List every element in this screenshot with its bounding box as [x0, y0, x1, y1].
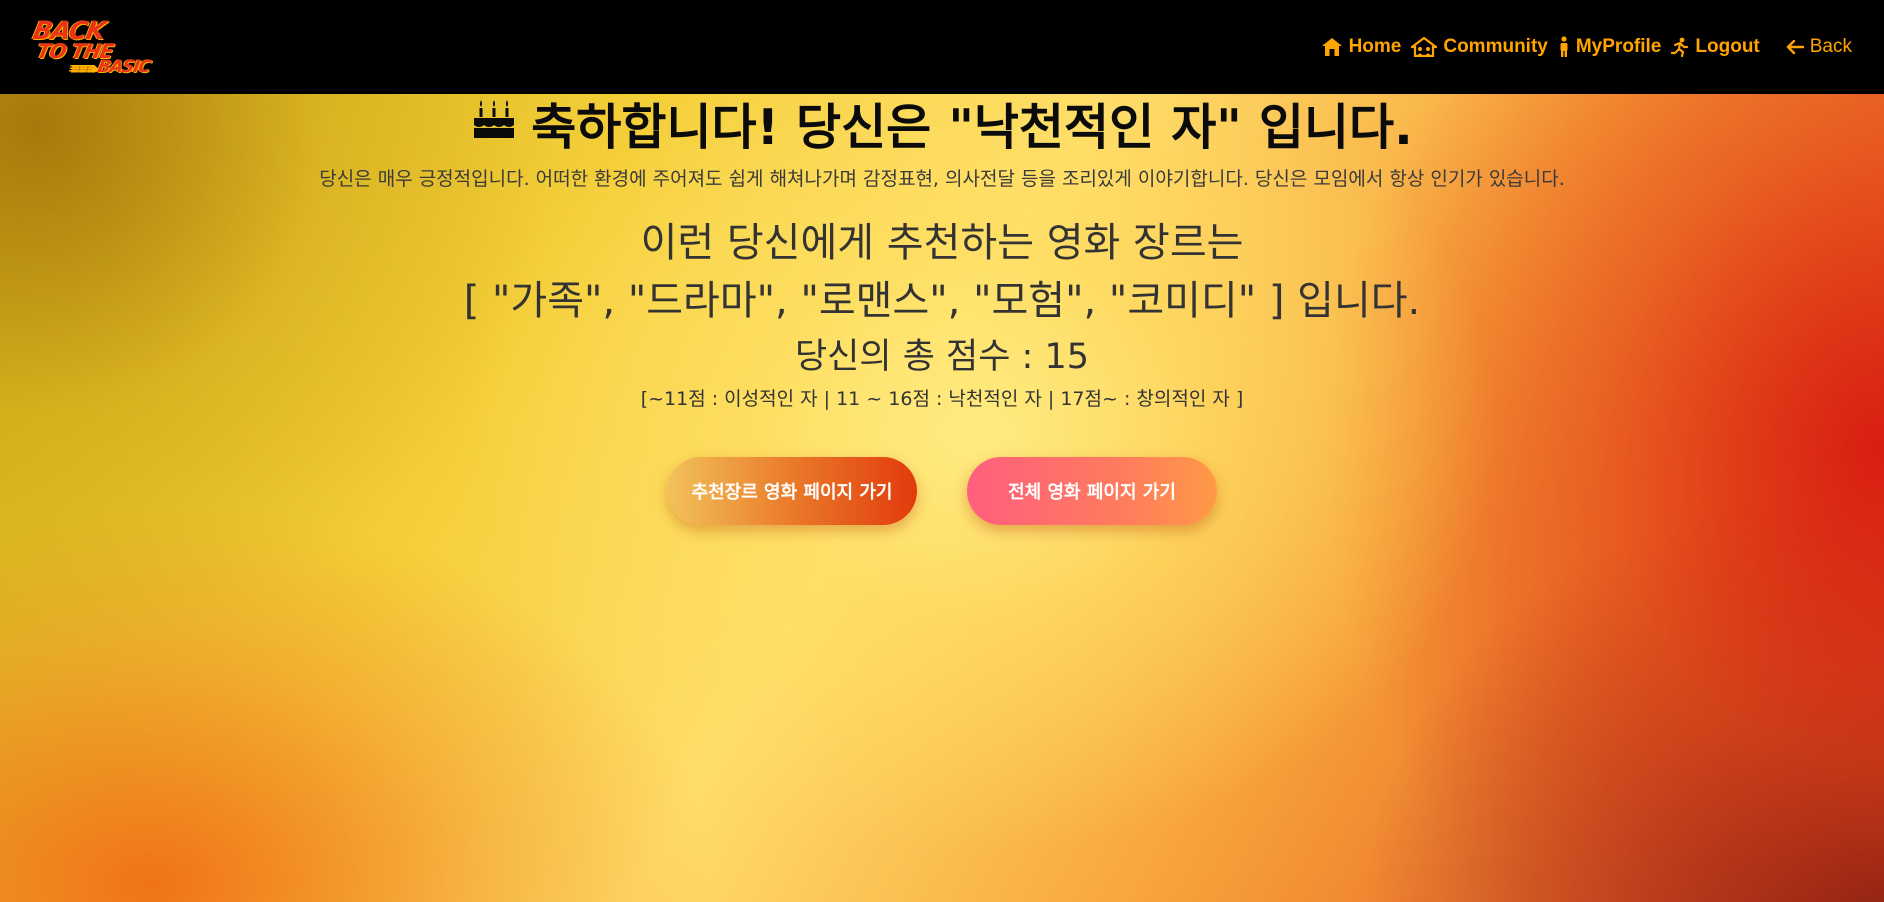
nav-community[interactable]: Community	[1411, 36, 1548, 58]
recommend-heading: 이런 당신에게 추천하는 영화 장르는	[640, 220, 1244, 266]
total-score: 당신의 총 점수 : 15	[794, 337, 1090, 377]
nav-home-label: Home	[1348, 36, 1402, 57]
cake-icon	[471, 95, 517, 152]
nav-myprofile-label: MyProfile	[1575, 36, 1662, 57]
top-navbar: BACK TO THE ≡≡≡▸BASIC Home Community MyP…	[0, 0, 1884, 94]
nav-back[interactable]: Back	[1786, 36, 1852, 58]
nav-home[interactable]: Home	[1321, 36, 1402, 58]
logo[interactable]: BACK TO THE ≡≡≡▸BASIC	[24, 16, 156, 77]
home-icon	[1321, 37, 1343, 57]
action-buttons: 추천장르 영화 페이지 가기 전체 영화 페이지 가기	[0, 457, 1884, 525]
score-legend: [~11점 : 이성적인 자 | 11 ~ 16점 : 낙천적인 자 | 17점…	[640, 388, 1244, 410]
nav-links: Home Community MyProfile Logout Back	[1321, 36, 1852, 58]
running-icon	[1671, 37, 1689, 57]
arrow-left-icon	[1786, 39, 1804, 55]
all-movies-button[interactable]: 전체 영화 페이지 가기	[967, 457, 1217, 525]
recommended-movies-button[interactable]: 추천장르 영화 페이지 가기	[667, 457, 917, 525]
person-icon	[1558, 36, 1570, 58]
nav-logout[interactable]: Logout	[1671, 36, 1760, 58]
nav-back-label: Back	[1809, 36, 1852, 57]
result-title-text: 축하합니다! 당신은 "낙천적인 자" 입니다.	[531, 99, 1413, 156]
personality-description: 당신은 매우 긍정적입니다. 어떠한 환경에 주어져도 쉽게 해쳐나가며 감정표…	[319, 168, 1565, 190]
logo-line-3: ≡≡≡▸BASIC	[68, 57, 153, 77]
community-icon	[1411, 37, 1438, 57]
nav-logout-label: Logout	[1695, 36, 1760, 57]
result-title: 축하합니다! 당신은 "낙천적인 자" 입니다.	[0, 88, 1884, 159]
logo-line-3-text: BASIC	[95, 57, 153, 77]
recommended-genres: [ "가족", "드라마", "로맨스", "모험", "코미디" ] 입니다.	[463, 278, 1421, 324]
nav-myprofile[interactable]: MyProfile	[1558, 36, 1662, 58]
nav-community-label: Community	[1443, 36, 1548, 57]
